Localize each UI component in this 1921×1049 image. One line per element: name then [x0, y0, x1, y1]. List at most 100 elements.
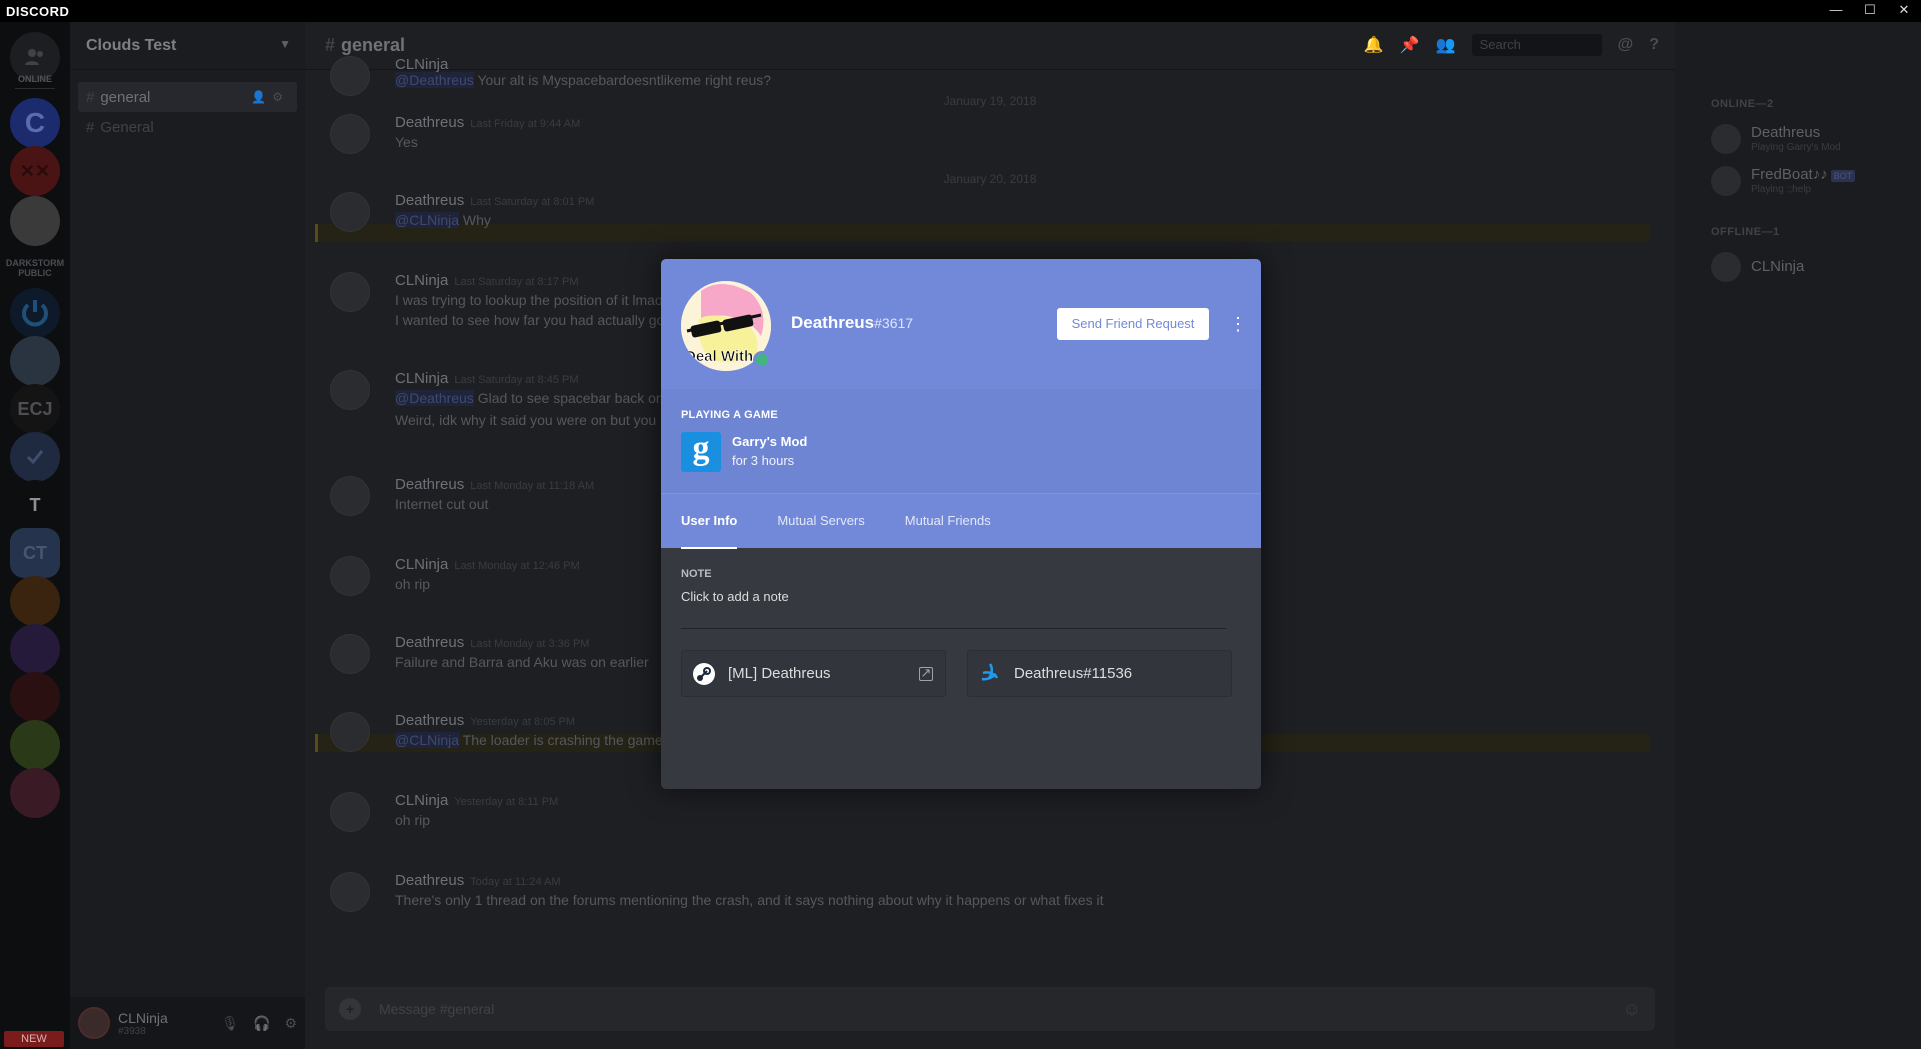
server-icon-12[interactable] — [10, 672, 60, 722]
server-icon-5[interactable] — [10, 336, 60, 386]
tab-mutual-servers[interactable]: Mutual Servers — [777, 494, 864, 549]
check-icon — [26, 450, 44, 465]
server-icon-t[interactable]: T — [10, 480, 60, 530]
avatar[interactable] — [330, 272, 370, 312]
server-icon-10[interactable] — [10, 576, 60, 626]
message-author[interactable]: Deathreus Today at 11:24 AM — [395, 872, 561, 889]
pin-icon[interactable]: 📌 — [1400, 35, 1420, 55]
server-icon-ecj[interactable]: ECJ — [10, 384, 60, 434]
member-item[interactable]: CLNinja — [1711, 248, 1911, 288]
user-profile-modal: Deal With Deathreus#3617 Send Friend Req… — [661, 259, 1261, 789]
channel-item-voice[interactable]: # General — [78, 112, 297, 142]
message-text: I wanted to see how far you had actually… — [395, 312, 688, 328]
mention-highlight — [315, 224, 1650, 242]
help-icon[interactable]: ? — [1649, 36, 1659, 54]
hash-icon: # — [325, 35, 336, 55]
microphone-icon[interactable]: 🎙 — [221, 1015, 239, 1032]
battlenet-icon — [978, 662, 1002, 686]
avatar[interactable] — [330, 56, 370, 96]
external-link-icon[interactable]: ↗ — [919, 666, 933, 681]
user-name: CLNinja — [118, 1009, 168, 1026]
app-brand: DISCORD — [6, 3, 70, 19]
message-author[interactable]: Deathreus Last Friday at 9:44 AM — [395, 114, 580, 131]
avatar[interactable] — [330, 712, 370, 752]
channel-item-general[interactable]: # general 👤⚙ — [78, 82, 297, 112]
server-icon-7[interactable] — [10, 432, 60, 482]
note-input[interactable]: Click to add a note — [681, 589, 789, 604]
profile-body: NOTE Click to add a note [ML] Deathreus … — [661, 548, 1261, 789]
maximize-button[interactable]: ☐ — [1853, 0, 1887, 20]
more-options-icon[interactable]: ⋮ — [1229, 309, 1247, 339]
channel-settings-icon[interactable]: 👤⚙ — [251, 90, 289, 104]
avatar[interactable] — [330, 192, 370, 232]
member-name: Deathreus — [1751, 124, 1821, 141]
activity-header: PLAYING A GAME — [681, 409, 778, 421]
server-icon-ct[interactable]: CT — [10, 528, 60, 578]
avatar — [1711, 252, 1741, 282]
avatar — [1711, 124, 1741, 154]
darkstorm-server[interactable]: DARKSTORM PUBLIC — [0, 258, 70, 278]
server-icon-11[interactable] — [10, 624, 60, 674]
member-status: Playing ;;help — [1751, 184, 1812, 195]
offline-header: OFFLINE—1 — [1711, 226, 1780, 238]
chevron-down-icon: ▼ — [279, 37, 291, 51]
chat-header: # general 🔔 📌 👥 Search @ ? — [305, 22, 1675, 70]
emoji-icon[interactable]: ☺ — [1623, 999, 1641, 1020]
steam-icon — [692, 662, 716, 686]
message-author[interactable]: CLNinja Last Saturday at 8:45 PM — [395, 370, 579, 387]
message-author[interactable]: Deathreus Yesterday at 8:05 PM — [395, 712, 575, 729]
user-tag: #3938 — [118, 1025, 146, 1037]
message-author[interactable]: CLNinja Yesterday at 8:11 PM — [395, 792, 558, 809]
mention-icon[interactable]: @ — [1618, 36, 1634, 54]
new-servers-badge[interactable]: NEW — [4, 1031, 64, 1047]
header-toolbar: 🔔 📌 👥 Search @ ? — [1364, 34, 1659, 56]
server-icon-2[interactable]: ✕✕ — [10, 146, 60, 196]
send-friend-request-button[interactable]: Send Friend Request — [1057, 308, 1209, 340]
user-name-block: CLNinja #3938 — [118, 1010, 168, 1037]
channel-name: General — [100, 118, 154, 136]
server-icon-13[interactable] — [10, 720, 60, 770]
avatar[interactable] — [330, 872, 370, 912]
message-text: Yes — [395, 134, 418, 150]
message-text: Weird, idk why it said you were on but y… — [395, 412, 695, 428]
server-icon-1[interactable]: C — [10, 98, 60, 148]
avatar[interactable] — [330, 370, 370, 410]
avatar[interactable] — [330, 792, 370, 832]
headphones-icon[interactable]: 🎧 — [253, 1015, 270, 1032]
date-divider: January 19, 2018 — [943, 94, 1037, 108]
message-author[interactable]: Deathreus Last Monday at 11:18 AM — [395, 476, 594, 493]
search-input[interactable]: Search — [1471, 34, 1602, 56]
bell-icon[interactable]: 🔔 — [1364, 35, 1384, 55]
message-author[interactable]: CLNinja Last Saturday at 8:17 PM — [395, 272, 579, 289]
avatar[interactable] — [78, 1007, 110, 1039]
server-icon-14[interactable] — [10, 768, 60, 818]
gear-icon[interactable]: ⚙ — [284, 1015, 297, 1032]
tab-user-info[interactable]: User Info — [681, 494, 738, 549]
close-button[interactable]: ✕ — [1887, 0, 1921, 20]
mention[interactable]: @Deathreus — [395, 72, 474, 88]
members-icon[interactable]: 👥 — [1436, 35, 1456, 55]
avatar[interactable] — [330, 114, 370, 154]
message-author[interactable]: Deathreus Last Saturday at 8:01 PM — [395, 192, 594, 209]
avatar[interactable] — [330, 476, 370, 516]
message-composer[interactable]: + Message #general ☺ — [325, 987, 1655, 1031]
message-author[interactable]: CLNinja — [395, 56, 448, 73]
guild-header[interactable]: Clouds Test ▼ — [70, 22, 305, 70]
avatar[interactable] — [330, 634, 370, 674]
upload-plus-icon[interactable]: + — [339, 998, 361, 1020]
server-icon-3[interactable] — [10, 196, 60, 246]
message-text: There's only 1 thread on the forums ment… — [395, 892, 1104, 908]
minimize-button[interactable]: — — [1819, 0, 1853, 20]
avatar[interactable] — [330, 556, 370, 596]
message-author[interactable]: CLNinja Last Monday at 12:46 PM — [395, 556, 580, 573]
message-author[interactable]: Deathreus Last Monday at 3:36 PM — [395, 634, 589, 651]
member-item[interactable]: Deathreus Playing Garry's Mod — [1711, 120, 1911, 160]
member-name: CLNinja — [1751, 258, 1805, 275]
member-item[interactable]: FredBoat♪♪ BOT Playing ;;help — [1711, 162, 1911, 202]
tab-mutual-friends[interactable]: Mutual Friends — [905, 494, 991, 549]
profile-tabs: User Info Mutual Servers Mutual Friends — [661, 493, 1261, 549]
server-icon-power[interactable] — [10, 288, 60, 338]
profile-header: Deal With Deathreus#3617 Send Friend Req… — [661, 259, 1261, 389]
message-input[interactable]: Message #general — [379, 1001, 494, 1017]
connected-account-steam[interactable]: [ML] Deathreus ↗ — [681, 650, 946, 697]
